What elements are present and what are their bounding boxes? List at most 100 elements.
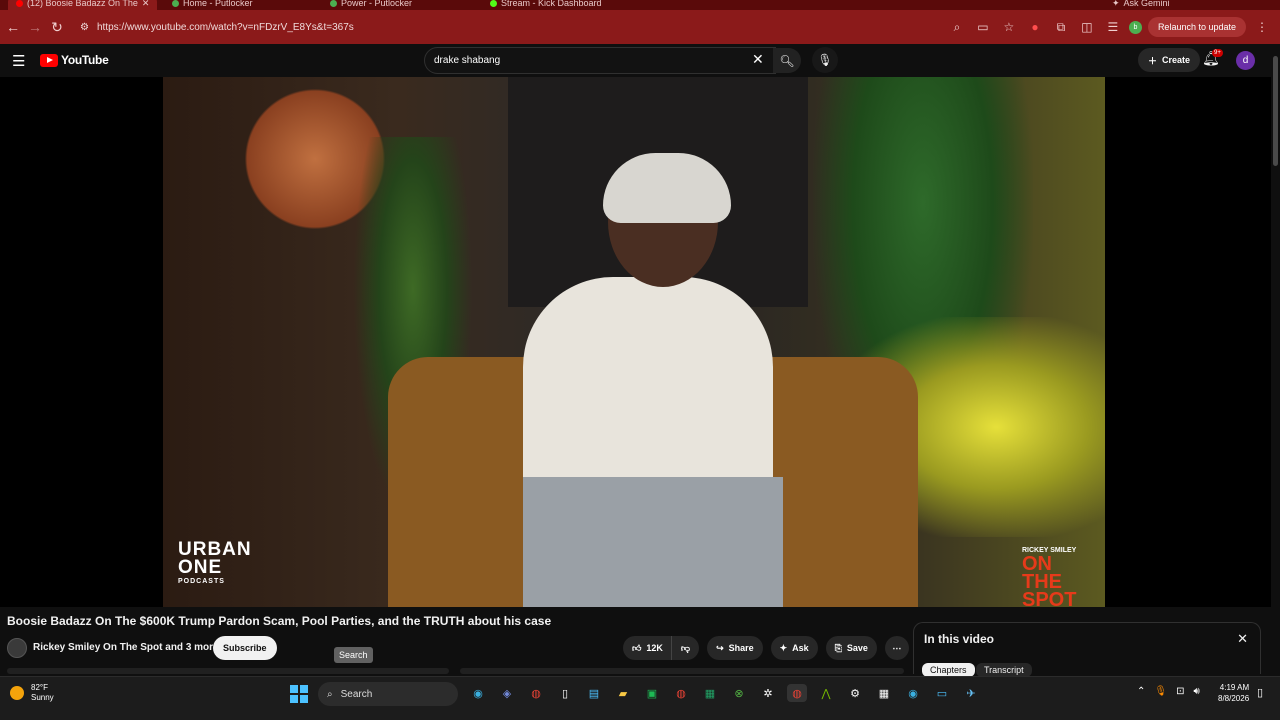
extension-icon[interactable]: ● — [1025, 16, 1045, 38]
gemini-icon: ✦ — [1112, 0, 1120, 8]
create-label: Create — [1162, 55, 1191, 65]
window-icon[interactable]: ▭ — [932, 684, 952, 702]
zoom-icon[interactable]: ⌕ — [947, 16, 967, 38]
like-count: 12K — [646, 643, 663, 653]
youtube-favicon-icon — [16, 0, 23, 7]
urban-one-watermark: URBAN ONE PODCASTS — [178, 539, 252, 587]
youtube-logo[interactable]: YouTube — [40, 53, 109, 67]
media-icon[interactable]: ▦ — [874, 684, 894, 702]
back-arrow-icon[interactable]: ← — [2, 16, 24, 38]
nvidia-icon[interactable]: ⋀ — [816, 684, 836, 702]
address-bar[interactable]: ⚙ https://www.youtube.com/watch?v=nFDzrV… — [80, 15, 940, 39]
podcasts-text: PODCASTS — [178, 578, 225, 585]
bookmark-star-icon[interactable]: ☆ — [999, 16, 1019, 38]
network-icon[interactable]: ⊡ — [1176, 686, 1184, 697]
chrome-icon[interactable]: ◍ — [526, 684, 546, 702]
save-button[interactable]: ⎘ Save — [825, 636, 877, 660]
scrollbar-thumb[interactable] — [1273, 56, 1278, 166]
subscribe-button[interactable]: Subscribe — [213, 636, 277, 660]
reading-list-icon[interactable]: ☰ — [1103, 16, 1123, 38]
file-explorer-icon[interactable]: ▰ — [613, 684, 633, 702]
clear-search-icon[interactable]: ✕ — [752, 51, 764, 68]
chevron-up-icon[interactable]: ⌃ — [1137, 686, 1145, 697]
share-icon: ↪ — [716, 642, 724, 653]
volume-icon[interactable]: 🔊︎ — [1193, 686, 1199, 697]
browser-toolbar: ← → ↻ ⚙ https://www.youtube.com/watch?v=… — [0, 10, 1280, 44]
close-icon[interactable]: ✕ — [1237, 631, 1248, 647]
discord-icon[interactable]: ◈ — [497, 684, 517, 702]
gear-icon[interactable]: ⚙ — [845, 684, 865, 702]
panel-heading: In this video — [924, 632, 995, 646]
on-the-spot-watermark: RICKEY SMILEY ON THE SPOT — [1022, 546, 1088, 610]
browser-tab-power[interactable]: Power - Putlocker — [330, 0, 412, 10]
plus-icon: ＋ — [1148, 55, 1158, 66]
steam-icon[interactable]: ✈ — [961, 684, 981, 702]
search-tooltip: Search — [334, 647, 373, 663]
browser-tab-youtube[interactable]: (12) Boosie Badazz On The ✕ — [8, 0, 158, 10]
close-icon[interactable]: ✕ — [142, 0, 150, 9]
page-scrollbar[interactable] — [1271, 46, 1280, 670]
guest-legs — [523, 477, 783, 607]
search-icon: 🔍︎ — [779, 53, 795, 68]
more-actions-button[interactable]: ⋯ — [884, 636, 909, 660]
search-input[interactable]: drake shabang — [424, 47, 776, 74]
chrome-active-icon[interactable]: ◍ — [787, 684, 807, 702]
system-clock[interactable]: 4:19 AM 8/8/2026 — [1218, 682, 1249, 704]
ask-button[interactable]: ✦ Ask — [770, 636, 818, 660]
create-button[interactable]: ＋ Create — [1138, 48, 1201, 72]
description-box-secondary[interactable] — [460, 668, 904, 674]
windows-start-icon[interactable] — [290, 685, 308, 703]
channel-avatar[interactable] — [7, 638, 27, 658]
notepad-icon[interactable]: ▤ — [584, 684, 604, 702]
browser-tab-strip: (12) Boosie Badazz On The ✕ Home - Putlo… — [0, 0, 1280, 10]
ask-gemini-button[interactable]: ✦ Ask Gemini — [1112, 0, 1170, 10]
youtube-play-icon — [40, 53, 58, 67]
weather-widget[interactable]: 82°F Sunny — [10, 683, 54, 703]
in-this-video-panel: In this video ✕ Chapters Transcript — [913, 622, 1261, 677]
video-player[interactable] — [0, 77, 1280, 607]
app-icon[interactable]: ▣ — [642, 684, 662, 702]
tab-chapters[interactable]: Chapters — [922, 663, 975, 677]
search-button[interactable]: 🔍︎ — [773, 48, 801, 73]
relaunch-button[interactable]: Relaunch to update — [1147, 17, 1246, 37]
channel-name[interactable]: Rickey Smiley On The Spot and 3 more — [33, 642, 219, 653]
file-icon[interactable]: ▯ — [555, 684, 575, 702]
site-info-icon[interactable]: ⚙ — [80, 22, 89, 33]
youtube-header: ☰ YouTube drake shabang ✕ 🔍︎ 🎙︎ ＋ Create… — [0, 44, 1280, 77]
split-view-icon[interactable]: ◫ — [1077, 16, 1097, 38]
forward-arrow-icon[interactable]: → — [24, 16, 46, 38]
notification-icon[interactable]: ▯ — [1257, 686, 1263, 699]
sheets-icon[interactable]: ▦ — [700, 684, 720, 702]
reload-icon[interactable]: ↻ — [46, 16, 68, 38]
voice-search-button[interactable]: 🎙︎ — [812, 47, 838, 73]
video-title: Boosie Badazz On The $600K Trump Pardon … — [7, 614, 552, 628]
description-box[interactable] — [7, 668, 449, 674]
like-button[interactable]: 👍︎ 12K — [623, 636, 671, 660]
putlocker-favicon-icon — [172, 0, 179, 7]
system-tray: ⌃ 🎙︎ ⊡ 🔊︎ — [1137, 686, 1200, 697]
tab-transcript[interactable]: Transcript — [976, 663, 1032, 677]
taskbar-search[interactable]: ⌕ Search — [318, 682, 458, 706]
profile-avatar[interactable]: b — [1128, 20, 1142, 34]
edge-icon[interactable]: ◉ — [468, 684, 488, 702]
ask-gemini-label: Ask Gemini — [1123, 0, 1170, 8]
taskbar-search-label: Search — [340, 688, 373, 700]
chrome-icon[interactable]: ◍ — [671, 684, 691, 702]
urban-one-logo-text: URBAN ONE — [178, 539, 252, 578]
clock-date: 8/8/2026 — [1218, 694, 1250, 703]
tab-title: Home - Putlocker — [183, 0, 253, 8]
share-button[interactable]: ↪ Share — [707, 636, 763, 660]
browser-icon[interactable]: ◉ — [903, 684, 923, 702]
url-text: https://www.youtube.com/watch?v=nFDzrV_E… — [96, 21, 354, 33]
account-avatar[interactable]: d — [1236, 51, 1255, 70]
dislike-button[interactable]: 👎︎ — [670, 636, 700, 660]
browser-tab-home[interactable]: Home - Putlocker — [172, 0, 253, 10]
extensions-puzzle-icon[interactable]: ⧉ — [1051, 16, 1071, 38]
microphone-icon[interactable]: 🎙︎ — [1154, 686, 1167, 697]
cast-icon[interactable]: ▭ — [973, 16, 993, 38]
xbox-icon[interactable]: ⊗ — [729, 684, 749, 702]
hamburger-menu-icon[interactable]: ☰ — [12, 52, 25, 70]
more-menu-icon[interactable]: ⋮ — [1252, 16, 1272, 38]
browser-tab-kick[interactable]: Stream - Kick Dashboard — [490, 0, 602, 10]
settings-icon[interactable]: ✲ — [758, 684, 778, 702]
